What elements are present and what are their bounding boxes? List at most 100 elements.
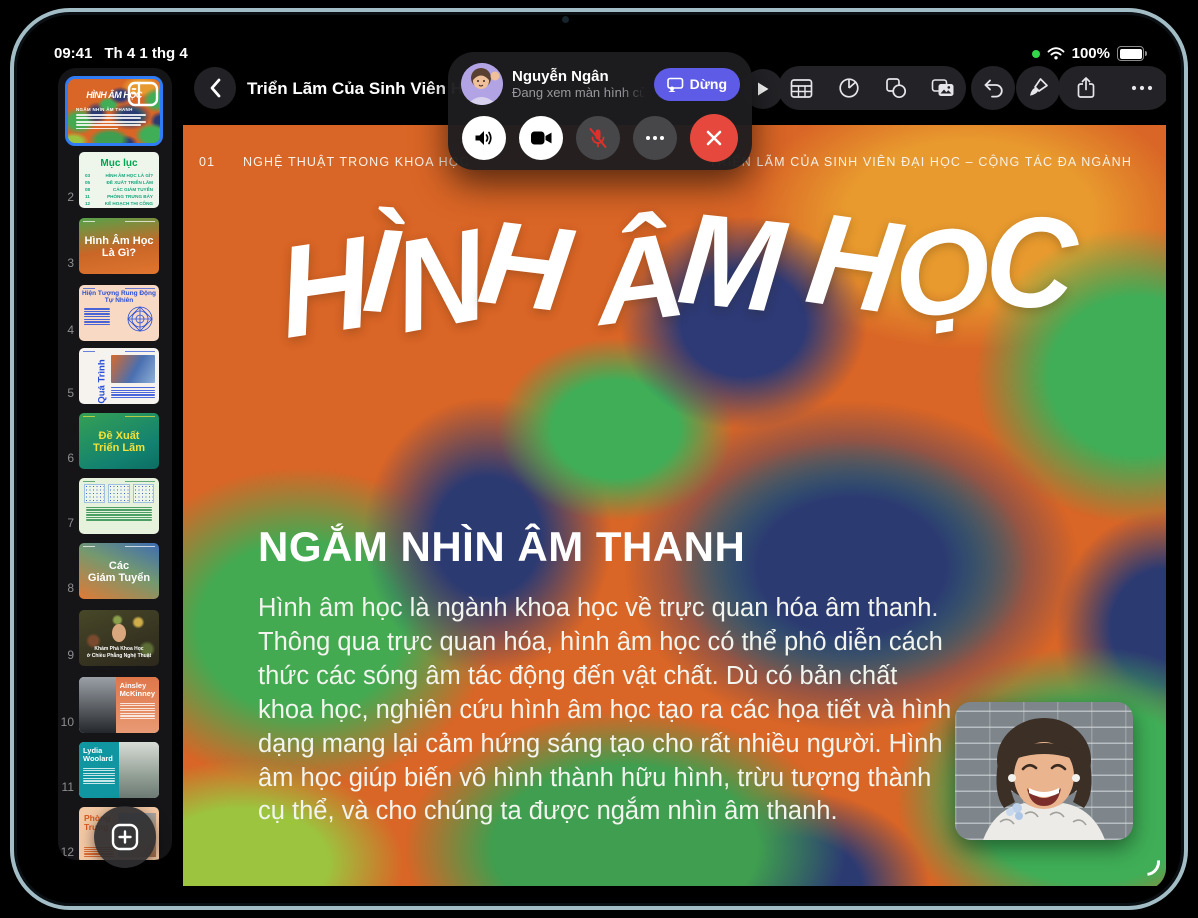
video-camera-icon [530, 130, 553, 146]
thumb-title: Các Giám Tuyển [88, 561, 150, 584]
text-lines [83, 768, 115, 785]
share-button[interactable] [1066, 68, 1106, 108]
slide-title-letter: H [472, 194, 573, 340]
thumb-process: Quá Trình [79, 348, 159, 404]
end-call-button[interactable] [690, 114, 738, 162]
slide-number: 12 [58, 845, 74, 859]
slide-body-text: Hình âm học là ngành khoa học về trực qu… [258, 592, 953, 829]
slide-thumbnail-row[interactable]: 6 Đề Xuất Triển Lãm [58, 413, 172, 479]
screen: 09:41 Th 4 1 thg 4 100% 1 HÌNH ÂM HỌC NG… [32, 28, 1166, 890]
slide-number: 5 [58, 386, 74, 400]
thumb-toc: Mục lục 03HÌNH ÂM HỌC LÀ GÌ?05ĐỀ XUẤT TR… [79, 152, 159, 208]
call-more-button[interactable] [633, 116, 677, 160]
battery-icon [1117, 46, 1144, 61]
mute-button[interactable] [576, 116, 620, 160]
slide-canvas[interactable]: 01 NGHỆ THUẬT TRONG KHOA HỌC TRIỂN LÃM C… [183, 125, 1166, 886]
shareplay-banner[interactable]: Nguyễn Ngân Đang xem màn hình của t Dừng [448, 52, 752, 170]
thumb-profile: Ainsley McKinney [79, 677, 159, 733]
slide-number: 4 [58, 323, 74, 337]
slide-title-letter: C [980, 185, 1077, 341]
media-photos-icon [931, 78, 955, 98]
slide-header-left: NGHỆ THUẬT TRONG KHOA HỌC [243, 155, 470, 169]
slide-thumbnail-row[interactable]: 4 Hiện Tượng Rung Động Tự Nhiên [58, 285, 172, 351]
add-slide-plus-icon [110, 822, 140, 852]
slide-thumbnail-row[interactable]: 7 [58, 478, 172, 544]
slide-thumbnail-row[interactable]: 8 Các Giám Tuyển [58, 543, 172, 609]
thumb-title: Hình Âm Học Là Gì? [84, 236, 153, 259]
slide-header-right: TRIỂN LÃM CỦA SINH VIÊN ĐẠI HỌC – CỘNG T… [709, 155, 1132, 169]
slide-number: 9 [58, 648, 74, 662]
chart-pie-icon [838, 77, 860, 99]
toc-item: 03HÌNH ÂM HỌC LÀ GÌ? [85, 173, 153, 180]
stop-sharing-button[interactable]: Dừng [654, 68, 740, 101]
facetime-pip-video[interactable] [955, 702, 1133, 840]
thumb-patterns [79, 478, 159, 534]
document-title[interactable]: Triển Lãm Của Sinh Viên Hình Âm H [247, 79, 477, 99]
thumb-title: Đề Xuất Triển Lãm [93, 431, 145, 454]
slide-number: 11 [58, 780, 74, 794]
navigator-panel-icon [126, 80, 160, 108]
play-icon [756, 81, 770, 97]
slide-thumbnail-row[interactable]: 3 Hình Âm Học Là Gì? [58, 218, 172, 284]
add-slide-button[interactable] [94, 806, 156, 868]
thumb-title: Ainsley McKinney [120, 682, 155, 699]
call-status-text: Đang xem màn hình của t [512, 85, 645, 100]
screen-share-indicator-icon [1032, 50, 1040, 58]
slide-number: 3 [58, 256, 74, 270]
sidebar-toggle-button[interactable] [120, 78, 160, 110]
thumb-face [112, 624, 126, 642]
media-button[interactable] [923, 68, 963, 108]
table-button[interactable] [782, 68, 822, 108]
date: Th 4 1 thg 4 [104, 45, 187, 62]
thumb-vibration: Hiện Tượng Rung Động Tự Nhiên [79, 285, 159, 341]
insert-toolbar-group [778, 66, 966, 110]
actions-toolbar-group [1058, 66, 1166, 110]
slide-thumbnail-row[interactable]: 11 Lydia Woolard [58, 742, 172, 808]
undo-icon [982, 78, 1005, 99]
thumb-title-slide: Đề Xuất Triển Lãm [79, 413, 159, 469]
format-button[interactable] [1016, 66, 1060, 110]
video-button[interactable] [519, 116, 563, 160]
chart-button[interactable] [829, 68, 869, 108]
slide-page-number: 01 [199, 155, 215, 169]
toc-item: 11PHÒNG TRƯNG BÀY [85, 194, 153, 201]
speaker-icon [473, 128, 495, 148]
status-bar-right: 100% [1032, 45, 1144, 62]
call-info: Nguyễn Ngân Đang xem màn hình của t [512, 68, 645, 100]
more-button[interactable] [1122, 68, 1162, 108]
thumb-photo [119, 742, 159, 798]
thumb-profile: Lydia Woolard [79, 742, 159, 798]
thumb-photo-slide: Khám Phá Khoa Học ở Chiều Phẳng Nghệ Thu… [79, 610, 159, 666]
undo-button[interactable] [971, 66, 1015, 110]
format-brush-icon [1027, 77, 1049, 99]
slide-list: 1 HÌNH ÂM HỌC NGẮM NHÌN ÂM THANH2 Mục lụ… [58, 68, 172, 860]
wifi-icon [1047, 47, 1065, 60]
thumb-title: Lydia Woolard [83, 747, 115, 764]
thumb-title-slide: Các Giám Tuyển [79, 543, 159, 599]
text-lines [120, 703, 155, 720]
video-participant [955, 702, 1133, 840]
shapes-button[interactable] [876, 68, 916, 108]
toc-item: 08CÁC GIÁM TUYỂN [85, 187, 153, 194]
more-icon [1131, 85, 1153, 91]
slide-title-letter: M [673, 184, 787, 343]
slide-heading: NGẮM NHÌN ÂM THANH [258, 523, 745, 571]
thumb-title: Khám Phá Khoa Học ở Chiều Phẳng Nghệ Thu… [79, 646, 159, 659]
slide-thumbnail-row[interactable]: 10 Ainsley McKinney [58, 677, 172, 743]
slide-title-letter: H [799, 184, 904, 344]
slide-thumbnail-row[interactable]: 2 Mục lục 03HÌNH ÂM HỌC LÀ GÌ?05ĐỀ XUẤT … [58, 152, 172, 218]
caller-name: Nguyễn Ngân [512, 68, 645, 85]
screen-share-icon [667, 77, 684, 92]
slide-navigator: 1 HÌNH ÂM HỌC NGẮM NHÌN ÂM THANH2 Mục lụ… [58, 68, 172, 860]
speaker-button[interactable] [462, 116, 506, 160]
slide-thumbnail-row[interactable]: 9 Khám Phá Khoa Học ở Chiều Phẳng Nghệ T… [58, 610, 172, 676]
thumb-photo [79, 677, 116, 733]
slide-number: 8 [58, 581, 74, 595]
avatar [461, 63, 503, 105]
status-bar-left: 09:41 Th 4 1 thg 4 [54, 45, 188, 62]
text-lines [86, 507, 152, 521]
slide-title: HÌNH ÂM HỌC [216, 191, 1134, 353]
back-button[interactable] [194, 67, 236, 109]
slide-thumbnail-row[interactable]: 5 Quá Trình [58, 348, 172, 414]
front-camera [562, 16, 569, 23]
